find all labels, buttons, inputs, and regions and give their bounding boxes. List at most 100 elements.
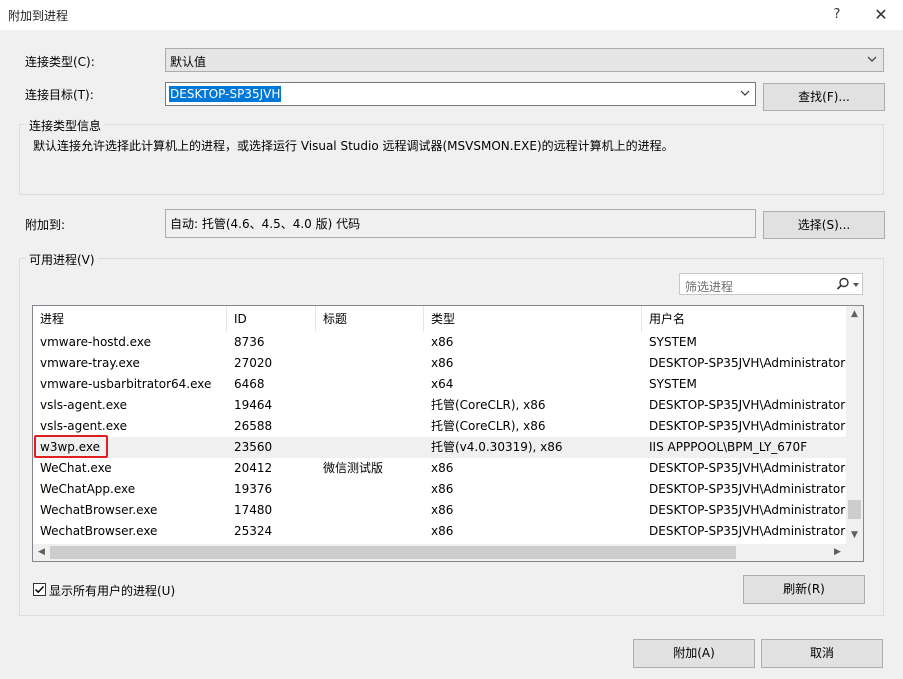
scroll-down-icon[interactable]: ▼ — [846, 527, 863, 544]
cell-username: SYSTEM — [649, 335, 697, 349]
cell-type: x86 — [431, 335, 454, 349]
close-icon[interactable]: ✕ — [866, 4, 896, 26]
scroll-up-icon[interactable]: ▲ — [846, 306, 863, 323]
cell-title — [316, 374, 424, 395]
attach-to-value: 自动: 托管(4.6、4.5、4.0 版) 代码 — [170, 217, 361, 231]
cell-id: 17480 — [234, 503, 273, 517]
cell-username: DESKTOP-SP35JVH\Administrator — [649, 524, 846, 538]
cell-title — [316, 416, 424, 437]
connection-info-title: 连接类型信息 — [26, 117, 105, 134]
connection-info-text: 默认连接允许选择此计算机上的进程，或选择运行 Visual Studio 远程调… — [33, 139, 674, 153]
process-list[interactable]: 进程 ID 标题 类型 用户名 vmware-hostd.exe 8736 x86 S… — [32, 305, 864, 562]
column-header-title[interactable]: 标题 — [316, 306, 424, 332]
scroll-right-icon[interactable]: ▶ — [829, 544, 846, 561]
attach-button[interactable]: 附加(A) — [633, 639, 755, 668]
search-icon[interactable] — [836, 277, 850, 291]
chevron-down-icon[interactable] — [740, 88, 750, 98]
filter-processes-input[interactable]: 筛选进程 — [679, 273, 863, 295]
filter-dropdown-icon[interactable] — [853, 283, 859, 287]
column-header-id[interactable]: ID — [227, 306, 316, 332]
refresh-button-label: 刷新(R) — [783, 582, 825, 596]
cell-process: WechatBrowser.exe — [40, 503, 158, 517]
cell-process: vmware-usbarbitrator64.exe — [40, 377, 212, 391]
vertical-scrollbar[interactable]: ▲ ▼ — [846, 306, 863, 544]
cell-type: x86 — [431, 503, 454, 517]
title-bar: 附加到进程 ? ✕ — [0, 0, 903, 30]
column-header-type[interactable]: 类型 — [424, 306, 642, 332]
cell-title — [316, 437, 424, 458]
cell-process: vmware-hostd.exe — [40, 335, 151, 349]
cell-process: WeChatApp.exe — [40, 482, 136, 496]
cell-title — [316, 500, 424, 521]
process-row[interactable]: vsls-agent.exe 19464 托管(CoreCLR), x86 DESKT… — [33, 395, 846, 416]
cell-type: 托管(v4.0.30319), x86 — [431, 440, 563, 454]
process-row[interactable]: vsls-agent.exe 26588 托管(CoreCLR), x86 DESKT… — [33, 416, 846, 437]
cell-process: vmware-tray.exe — [40, 356, 140, 370]
process-list-header: 进程 ID 标题 类型 用户名 — [33, 306, 846, 332]
process-row[interactable]: vmware-usbarbitrator64.exe 6468 x64 SYSTEM — [33, 374, 846, 395]
select-button-label: 选择(S)... — [797, 218, 851, 232]
process-row[interactable]: WeChatApp.exe 19376 x86 DESKTOP-SP35JVH\Adm… — [33, 479, 846, 500]
available-processes-title: 可用进程(V) — [26, 251, 98, 268]
connection-target-label: 连接目标(T): — [25, 88, 94, 102]
attach-to-field: 自动: 托管(4.6、4.5、4.0 版) 代码 — [165, 209, 756, 238]
cell-type: 托管(CoreCLR), x86 — [431, 398, 546, 412]
select-button[interactable]: 选择(S)... — [763, 211, 885, 239]
column-header-process[interactable]: 进程 — [33, 306, 227, 332]
cell-id: 26588 — [234, 419, 273, 433]
cell-id: 6468 — [234, 377, 265, 391]
process-row[interactable]: vmware-tray.exe 27020 x86 DESKTOP-SP35JVH\A… — [33, 353, 846, 374]
cell-process: vsls-agent.exe — [40, 398, 128, 412]
column-header-username[interactable]: 用户名 — [642, 306, 846, 332]
cell-username: DESKTOP-SP35JVH\Administrator — [649, 419, 846, 433]
connection-target-input[interactable]: DESKTOP-SP35JVH — [165, 82, 756, 106]
cell-type: x86 — [431, 524, 454, 538]
connection-type-dropdown[interactable]: 默认值 — [165, 48, 884, 72]
chevron-down-icon — [867, 56, 877, 62]
vertical-scroll-thumb[interactable] — [848, 500, 861, 519]
cell-username: DESKTOP-SP35JVH\Administrator — [649, 398, 846, 412]
cell-title: 微信测试版 — [323, 461, 384, 475]
help-icon[interactable]: ? — [822, 4, 852, 26]
cell-id: 23560 — [234, 440, 273, 454]
cancel-button-label: 取消 — [809, 646, 834, 660]
cell-id: 8736 — [234, 335, 265, 349]
cell-id: 25324 — [234, 524, 273, 538]
process-row[interactable]: WechatBrowser.exe 25324 x86 DESKTOP-SP35JVH… — [33, 521, 846, 542]
cell-title — [316, 353, 424, 374]
cell-type: x86 — [431, 482, 454, 496]
window-title: 附加到进程 — [8, 9, 69, 23]
cell-type: 托管(CoreCLR), x86 — [431, 419, 546, 433]
cell-title — [316, 395, 424, 416]
cell-id: 27020 — [234, 356, 273, 370]
cell-type: x86 — [431, 356, 454, 370]
scroll-left-icon[interactable]: ◀ — [33, 544, 50, 561]
connection-target-value: DESKTOP-SP35JVH — [169, 86, 282, 102]
process-row[interactable]: w3wp.exe 23560 托管(v4.0.30319), x86 IIS APPP… — [33, 437, 846, 458]
cell-username: SYSTEM — [649, 377, 697, 391]
cell-process: vsls-agent.exe — [40, 419, 128, 433]
show-all-users-label[interactable]: 显示所有用户的进程(U) — [49, 582, 175, 599]
find-button[interactable]: 查找(F)... — [763, 83, 885, 111]
filter-placeholder: 筛选进程 — [685, 280, 734, 294]
cell-username: DESKTOP-SP35JVH\Administrator — [649, 503, 846, 517]
process-row[interactable]: vmware-hostd.exe 8736 x86 SYSTEM — [33, 332, 846, 353]
cell-title — [316, 332, 424, 353]
connection-type-value: 默认值 — [170, 55, 207, 69]
show-all-users-checkbox[interactable] — [33, 583, 46, 596]
cell-id: 19376 — [234, 482, 273, 496]
horizontal-scrollbar[interactable]: ◀ ▶ — [33, 544, 863, 561]
refresh-button[interactable]: 刷新(R) — [743, 575, 865, 604]
attach-to-label: 附加到: — [25, 218, 66, 232]
horizontal-scroll-thumb[interactable] — [50, 546, 736, 559]
cell-type: x86 — [431, 461, 454, 475]
process-row[interactable]: WechatBrowser.exe 17480 x86 DESKTOP-SP35JVH… — [33, 500, 846, 521]
process-row[interactable]: WeChat.exe 20412 微信测试版 x86 DESKTOP-SP35JVH\A… — [33, 458, 846, 479]
highlight-annotation-box — [34, 435, 108, 458]
find-button-label: 查找(F)... — [798, 90, 850, 104]
cell-id: 19464 — [234, 398, 273, 412]
cell-title — [316, 521, 424, 542]
cancel-button[interactable]: 取消 — [761, 639, 883, 668]
connection-type-label: 连接类型(C): — [25, 55, 95, 69]
cell-id: 20412 — [234, 461, 273, 475]
